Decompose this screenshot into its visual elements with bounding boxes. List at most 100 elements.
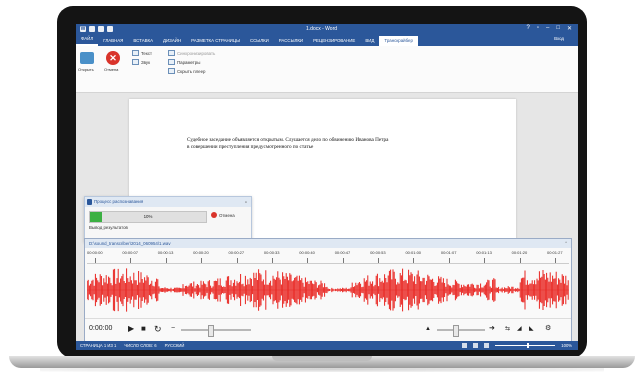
open-button[interactable]: Открыть xyxy=(78,67,94,72)
cancel-button[interactable]: Отмена xyxy=(104,67,118,72)
timeline-tick-mark xyxy=(271,258,273,263)
status-bar-right: 100% xyxy=(462,343,572,348)
sync-button[interactable]: Синхронизировать xyxy=(168,50,215,56)
recognition-progress-dialog: Процесс распознавания ▫ 10% Отмена Вывод… xyxy=(84,196,252,242)
timeline-tick-label: 00:00:47 xyxy=(334,250,351,255)
tab-references[interactable]: ССЫЛКИ xyxy=(245,36,274,46)
text-icon xyxy=(132,50,139,56)
document-text[interactable]: Судебное заседание объявляется открытым.… xyxy=(187,137,388,151)
status-bar: СТРАНИЦА 1 ИЗ 1 ЧИСЛО СЛОВ: 6 РУССКИЙ 10… xyxy=(76,341,578,350)
volume-icon[interactable]: ◢ xyxy=(517,324,522,334)
ribbon-options-button[interactable]: ▫ xyxy=(537,25,539,32)
timeline-tick-label: 00:01:07 xyxy=(440,250,457,255)
web-layout-icon[interactable] xyxy=(484,343,490,348)
timeline-tick-mark xyxy=(307,258,309,263)
progress-title-text: Процесс распознавания xyxy=(94,199,144,204)
settings-label: Параметры xyxy=(177,59,201,65)
ribbon-tabs: ФАЙЛ ГЛАВНАЯ ВСТАВКА ДИЗАЙН РАЗМЕТКА СТР… xyxy=(76,34,578,46)
tab-mailings[interactable]: РАССЫЛКИ xyxy=(274,36,308,46)
tab-transcriber[interactable]: Транскрайбер xyxy=(379,36,418,46)
word-app-icon: W xyxy=(80,26,86,32)
maximize-button[interactable]: □ xyxy=(556,25,560,32)
stop-icon xyxy=(211,212,217,218)
volume-slider[interactable] xyxy=(437,329,485,331)
progress-bar: 10% xyxy=(89,211,207,223)
audio-mode-button[interactable]: Звук xyxy=(132,59,152,65)
volume-slider-knob[interactable] xyxy=(453,325,459,337)
replay-button[interactable]: ↻ xyxy=(154,324,162,334)
text-mode-button[interactable]: Текст xyxy=(132,50,152,56)
word-count[interactable]: ЧИСЛО СЛОВ: 6 xyxy=(124,343,156,348)
login-link[interactable]: Вход xyxy=(554,36,564,41)
tab-view[interactable]: ВИД xyxy=(360,36,379,46)
player-close-icon[interactable]: ▫ xyxy=(565,239,567,248)
page-count[interactable]: СТРАНИЦА 1 ИЗ 1 xyxy=(80,343,116,348)
loop-icon[interactable]: ⇆ xyxy=(505,324,510,334)
document-line-2: в совершении преступления предусмотренно… xyxy=(187,144,314,150)
timeline-tick-label: 00:01:20 xyxy=(511,250,528,255)
ribbon: Открыть ✕ Отмена Текст Звук Синхронизиро… xyxy=(76,46,578,93)
ribbon-group-options: Синхронизировать Параметры Скрыть плеер xyxy=(168,50,215,74)
zoom-slider[interactable] xyxy=(495,343,556,348)
print-layout-icon[interactable] xyxy=(473,343,479,348)
close-button[interactable]: ✕ xyxy=(567,25,572,32)
timeline-tick-mark xyxy=(413,258,415,263)
audio-waveform[interactable] xyxy=(87,264,569,316)
settings-icon xyxy=(168,59,175,65)
speed-slider[interactable] xyxy=(181,329,251,331)
timeline-tick-mark xyxy=(378,258,380,263)
tab-review[interactable]: РЕЦЕНЗИРОВАНИЕ xyxy=(308,36,360,46)
tab-home[interactable]: ГЛАВНАЯ xyxy=(98,36,128,46)
minimize-button[interactable]: – xyxy=(546,25,549,32)
timeline-tick-label: 00:01:13 xyxy=(476,250,492,255)
zoom-knob[interactable] xyxy=(527,343,530,348)
read-mode-icon[interactable] xyxy=(462,343,468,348)
window-title: 1.docx - Word xyxy=(306,26,338,32)
player-timeline[interactable]: 00:00:00 00:00:07 00:00:13 00:00:20 00:00:27… xyxy=(87,249,569,264)
tab-layout[interactable]: РАЗМЕТКА СТРАНИЦЫ xyxy=(186,36,245,46)
player-filename: D:\sound_transcriber\2014_060954\1.wav xyxy=(89,241,171,246)
zoom-level[interactable]: 100% xyxy=(561,343,572,348)
language-indicator[interactable]: РУССКИЙ xyxy=(165,343,185,348)
speed-slider-knob[interactable] xyxy=(208,325,214,337)
tab-insert[interactable]: ВСТАВКА xyxy=(128,36,158,46)
timeline-tick-label: 00:00:00 xyxy=(87,250,103,255)
timeline-tick-mark xyxy=(236,258,238,263)
cancel-icon[interactable]: ✕ xyxy=(106,51,120,65)
redo-icon[interactable] xyxy=(107,26,113,32)
timeline-tick-mark xyxy=(165,258,167,263)
tab-design[interactable]: ДИЗАЙН xyxy=(158,36,186,46)
close-icon[interactable]: ▫ xyxy=(245,198,247,208)
play-button[interactable]: ▶ xyxy=(128,324,134,334)
progress-cancel-button[interactable]: Отмена xyxy=(211,212,235,218)
audio-icon xyxy=(132,59,139,65)
timeline-tick-label: 00:00:07 xyxy=(122,250,138,255)
timeline-tick-mark xyxy=(342,258,344,263)
hide-player-button[interactable]: Скрыть плеер xyxy=(168,68,215,74)
stop-button[interactable]: ■ xyxy=(141,324,146,334)
progress-cancel-label: Отмена xyxy=(219,212,235,218)
timeline-tick-mark xyxy=(555,258,556,263)
help-button[interactable]: ? xyxy=(527,25,530,32)
volume-down-icon[interactable]: ▲ xyxy=(425,324,431,334)
save-icon[interactable] xyxy=(89,26,95,32)
speed-minus-icon[interactable]: − xyxy=(171,324,175,334)
timeline-tick-mark xyxy=(484,258,486,263)
status-bar-left: СТРАНИЦА 1 ИЗ 1 ЧИСЛО СЛОВ: 6 РУССКИЙ xyxy=(80,343,184,348)
progress-title: Процесс распознавания ▫ xyxy=(85,197,251,207)
window-controls: ? ▫ – □ ✕ xyxy=(527,25,572,32)
timeline-tick-label: 00:00:53 xyxy=(370,250,386,255)
laptop-screen: W 1.docx - Word ? ▫ – □ ✕ ФАЙЛ ГЛАВНАЯ В… xyxy=(76,24,578,350)
open-icon[interactable] xyxy=(80,52,94,64)
mute-icon[interactable]: ◣ xyxy=(529,324,534,334)
fast-forward-icon[interactable]: ➜ xyxy=(489,324,495,334)
title-bar: W 1.docx - Word ? ▫ – □ ✕ xyxy=(76,24,578,35)
document-line-1: Судебное заседание объявляется открытым.… xyxy=(187,137,389,143)
undo-icon[interactable] xyxy=(98,26,104,32)
tab-file[interactable]: ФАЙЛ xyxy=(76,34,99,46)
laptop-notch xyxy=(272,356,372,361)
settings-icon[interactable]: ⚙ xyxy=(545,324,551,334)
timeline-tick-label: 00:00:20 xyxy=(193,250,209,255)
hide-player-icon xyxy=(168,68,175,74)
settings-button[interactable]: Параметры xyxy=(168,59,215,65)
